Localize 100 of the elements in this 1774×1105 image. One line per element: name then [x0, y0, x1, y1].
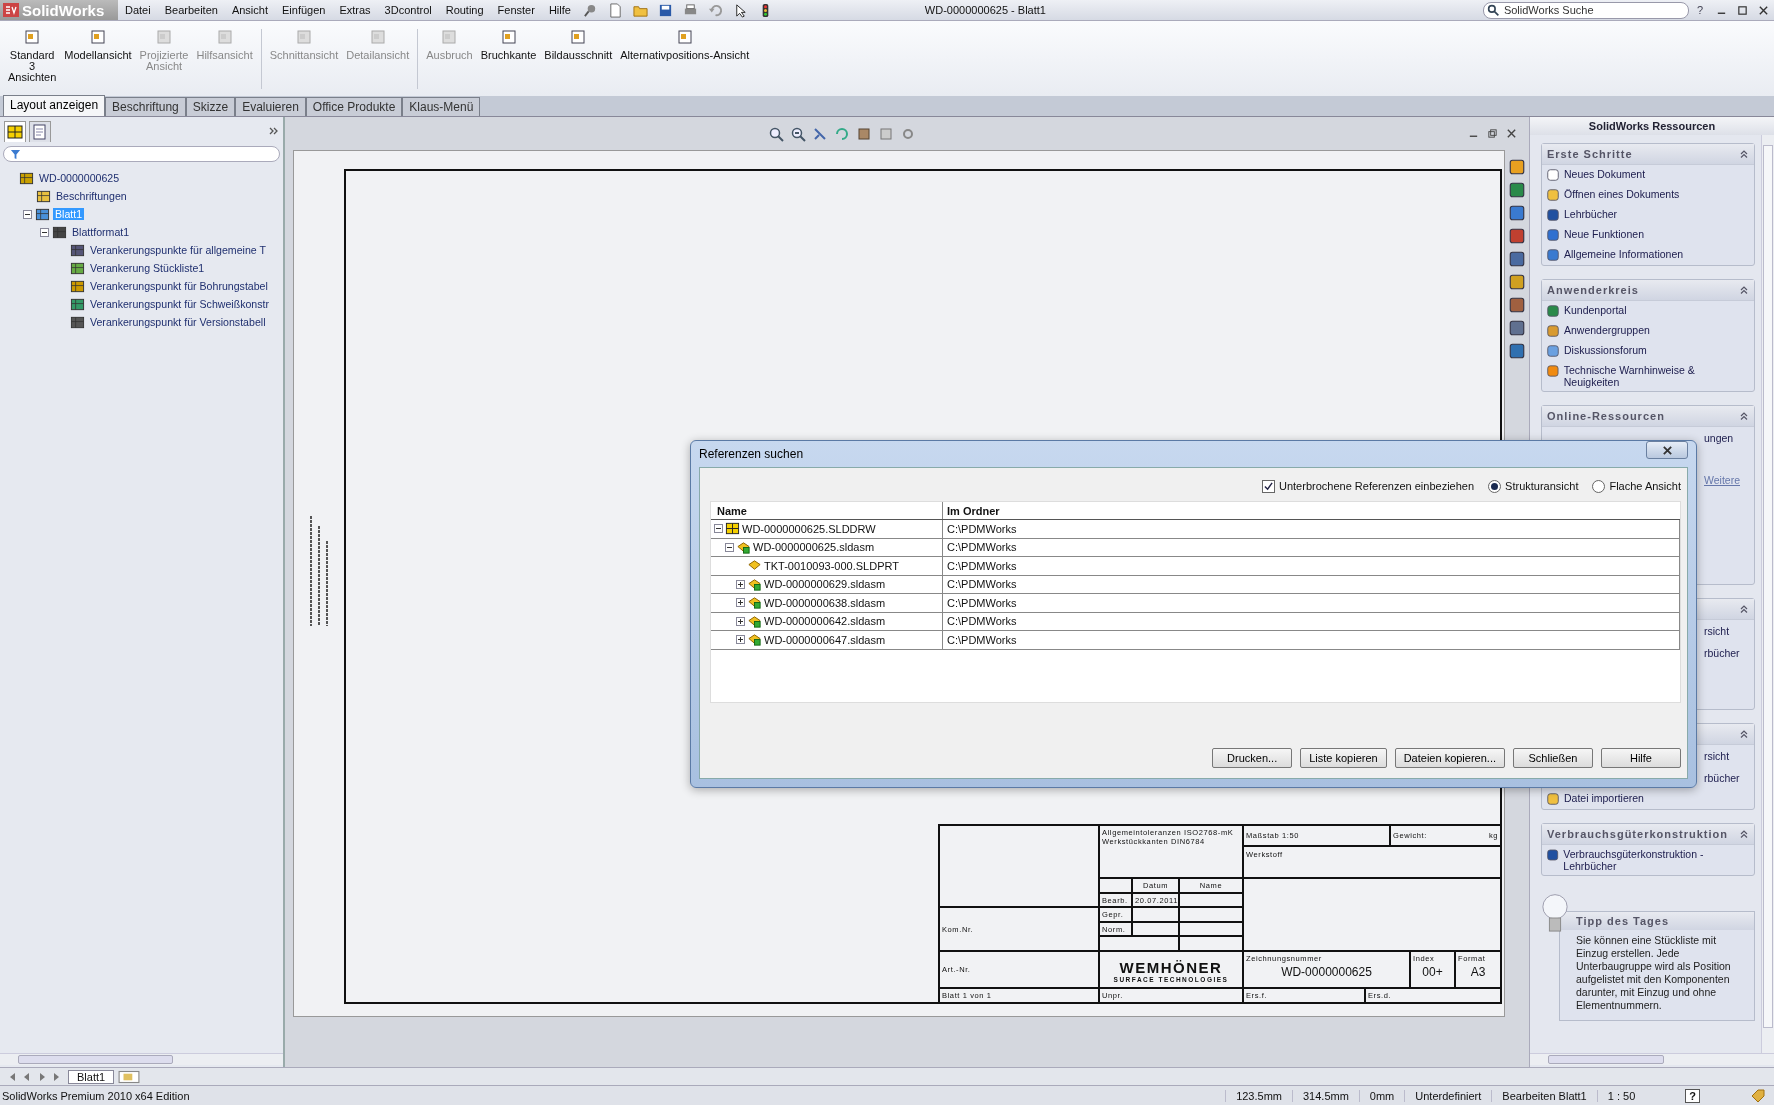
restore-icon[interactable] — [1487, 128, 1498, 139]
zoom-area-icon[interactable] — [789, 125, 806, 142]
file-name[interactable]: WD-0000000625.SLDDRW — [742, 522, 876, 535]
file-name[interactable]: WD-0000000642.sldasm — [764, 615, 886, 628]
tree-item[interactable]: WD-0000000625 — [37, 172, 122, 184]
add-sheet-icon[interactable] — [118, 1069, 141, 1084]
file-name[interactable]: WD-0000000647.sldasm — [764, 633, 886, 646]
vertical-scrollbar[interactable] — [1761, 135, 1774, 1053]
help-button[interactable]: ? — [1696, 4, 1703, 16]
tree-item[interactable]: Beschriftungen — [54, 190, 129, 202]
horizontal-scrollbar[interactable] — [0, 1053, 283, 1065]
task-pane-tab-icon[interactable] — [1508, 296, 1526, 314]
ribbon-button[interactable]: Alternativpositions-Ansicht — [616, 29, 754, 61]
resource-link[interactable]: Diskussionsforum — [1564, 344, 1647, 356]
tree-item[interactable]: Verankerungspunkt für Schweißkonstr — [88, 298, 271, 310]
collapse-toggle[interactable] — [23, 209, 32, 219]
menu-item[interactable]: 3Dcontrol — [377, 4, 439, 16]
collapse-icon[interactable] — [1739, 285, 1749, 295]
task-pane-tab-icon[interactable] — [1508, 273, 1526, 291]
resource-link[interactable]: Datei importieren — [1564, 792, 1644, 804]
resource-link[interactable]: Lehrbücher — [1564, 208, 1618, 220]
collapse-icon[interactable] — [1739, 729, 1749, 739]
tree-item[interactable]: Verankerungspunkt für Bohrungstabel — [88, 280, 270, 292]
ribbon-button[interactable]: Modellansicht — [60, 29, 136, 61]
ribbon-button[interactable]: Bildausschnitt — [540, 29, 617, 61]
ribbon-tab[interactable]: Layout anzeigen — [3, 95, 106, 116]
close-icon[interactable] — [1506, 128, 1517, 139]
collapse-icon[interactable] — [1739, 411, 1749, 421]
resource-link[interactable]: Verbrauchsgüterkonstruktion - Lehrbücher — [1563, 848, 1750, 872]
radio-button[interactable]: Strukturansicht — [1488, 479, 1579, 493]
task-pane-tab-icon[interactable] — [1508, 204, 1526, 222]
task-pane-tab-icon[interactable] — [1508, 319, 1526, 337]
close-button[interactable] — [1646, 441, 1688, 459]
expand-panel-icon[interactable] — [269, 126, 279, 136]
previous-view-icon[interactable] — [811, 125, 828, 142]
file-name[interactable]: WD-0000000625.sldasm — [753, 541, 875, 554]
ribbon-tab[interactable]: Skizze — [185, 97, 236, 116]
column-header[interactable]: Im Ordner — [943, 504, 1000, 517]
new-document-icon[interactable] — [607, 2, 623, 18]
resource-link[interactable]: Öffnen eines Dokuments — [1564, 188, 1680, 200]
file-name[interactable]: TKT-0010093-000.SLDPRT — [764, 559, 899, 572]
more-link[interactable]: Weitere — [1704, 474, 1740, 486]
collapse-icon[interactable] — [1739, 604, 1749, 614]
task-pane-tab-icon[interactable] — [1508, 342, 1526, 360]
collapse-icon[interactable] — [1739, 149, 1749, 159]
radio-button[interactable]: Flache Ansicht — [1592, 479, 1681, 493]
resource-link[interactable]: Allgemeine Informationen — [1564, 248, 1684, 260]
pin-icon[interactable] — [582, 2, 598, 18]
close-icon[interactable] — [1758, 4, 1769, 16]
sheet-tab[interactable]: Blatt1 — [68, 1069, 115, 1084]
tree-item[interactable]: Verankerung Stückliste1 — [88, 262, 207, 274]
resource-link[interactable]: Kundenportal — [1564, 304, 1627, 316]
help-button[interactable]: ? — [1685, 1088, 1700, 1103]
tag-icon[interactable] — [1750, 1087, 1766, 1104]
ribbon-tab[interactable]: Beschriftung — [105, 97, 186, 116]
filter-field[interactable] — [3, 146, 280, 162]
resource-link[interactable]: rsicht — [1704, 750, 1730, 762]
tree-item[interactable]: Verankerungspunkt für Versionstabell — [88, 316, 268, 328]
ribbon-tab[interactable]: Evaluieren — [235, 97, 306, 116]
menu-item[interactable]: Datei — [118, 4, 158, 16]
resource-link[interactable]: Anwendergruppen — [1564, 324, 1650, 336]
file-name[interactable]: WD-0000000638.sldasm — [764, 596, 886, 609]
resource-link[interactable]: Technische Warnhinweise & Neuigkeiten — [1563, 364, 1750, 388]
menu-item[interactable]: Bearbeiten — [157, 4, 225, 16]
ribbon-button[interactable]: Bruchkante — [476, 29, 541, 61]
expand-toggle[interactable] — [736, 579, 745, 589]
resource-link[interactable]: ungen — [1704, 432, 1734, 444]
resource-link[interactable]: Neues Dokument — [1564, 168, 1646, 180]
resource-link[interactable]: rbücher — [1704, 772, 1740, 784]
dialog-button[interactable]: Drucken... — [1212, 748, 1293, 768]
collapse-icon[interactable] — [1739, 829, 1749, 839]
expand-toggle[interactable] — [736, 616, 745, 626]
task-pane-tab-icon[interactable] — [1508, 158, 1526, 176]
ribbon-tab[interactable]: Klaus-Menü — [402, 97, 481, 116]
tree-item[interactable]: Blattformat1 — [70, 226, 132, 238]
menu-item[interactable]: Fenster — [490, 4, 542, 16]
menu-item[interactable]: Hilfe — [541, 4, 578, 16]
task-pane-tab-icon[interactable] — [1508, 181, 1526, 199]
menu-item[interactable]: Routing — [438, 4, 491, 16]
file-name[interactable]: WD-0000000629.sldasm — [764, 578, 886, 591]
task-pane-tab-icon[interactable] — [1508, 227, 1526, 245]
resource-link[interactable]: Neue Funktionen — [1564, 228, 1644, 240]
ribbon-button[interactable]: Standard 3 Ansichten — [4, 29, 61, 83]
search-field[interactable]: SolidWorks Suche — [1482, 1, 1689, 19]
display-style-icon[interactable] — [855, 125, 872, 142]
expand-toggle[interactable] — [725, 542, 734, 552]
checkbox[interactable]: Unterbrochene Referenzen einbeziehen — [1262, 479, 1475, 493]
feature-tree-tab-icon[interactable] — [4, 120, 26, 142]
menu-item[interactable]: Ansicht — [224, 4, 275, 16]
dialog-button[interactable]: Hilfe — [1601, 748, 1681, 768]
resource-link[interactable]: rbücher — [1704, 647, 1740, 659]
ribbon-tab[interactable]: Office Produkte — [305, 97, 403, 116]
resource-link[interactable]: rsicht — [1704, 625, 1730, 637]
expand-toggle[interactable] — [714, 524, 723, 534]
dialog-button[interactable]: Schließen — [1513, 748, 1593, 768]
task-pane-tab-icon[interactable] — [1508, 250, 1526, 268]
maximize-icon[interactable] — [1737, 4, 1748, 16]
zoom-to-fit-icon[interactable] — [767, 125, 784, 142]
menu-item[interactable]: Extras — [332, 4, 378, 16]
menu-item[interactable]: Einfügen — [275, 4, 333, 16]
